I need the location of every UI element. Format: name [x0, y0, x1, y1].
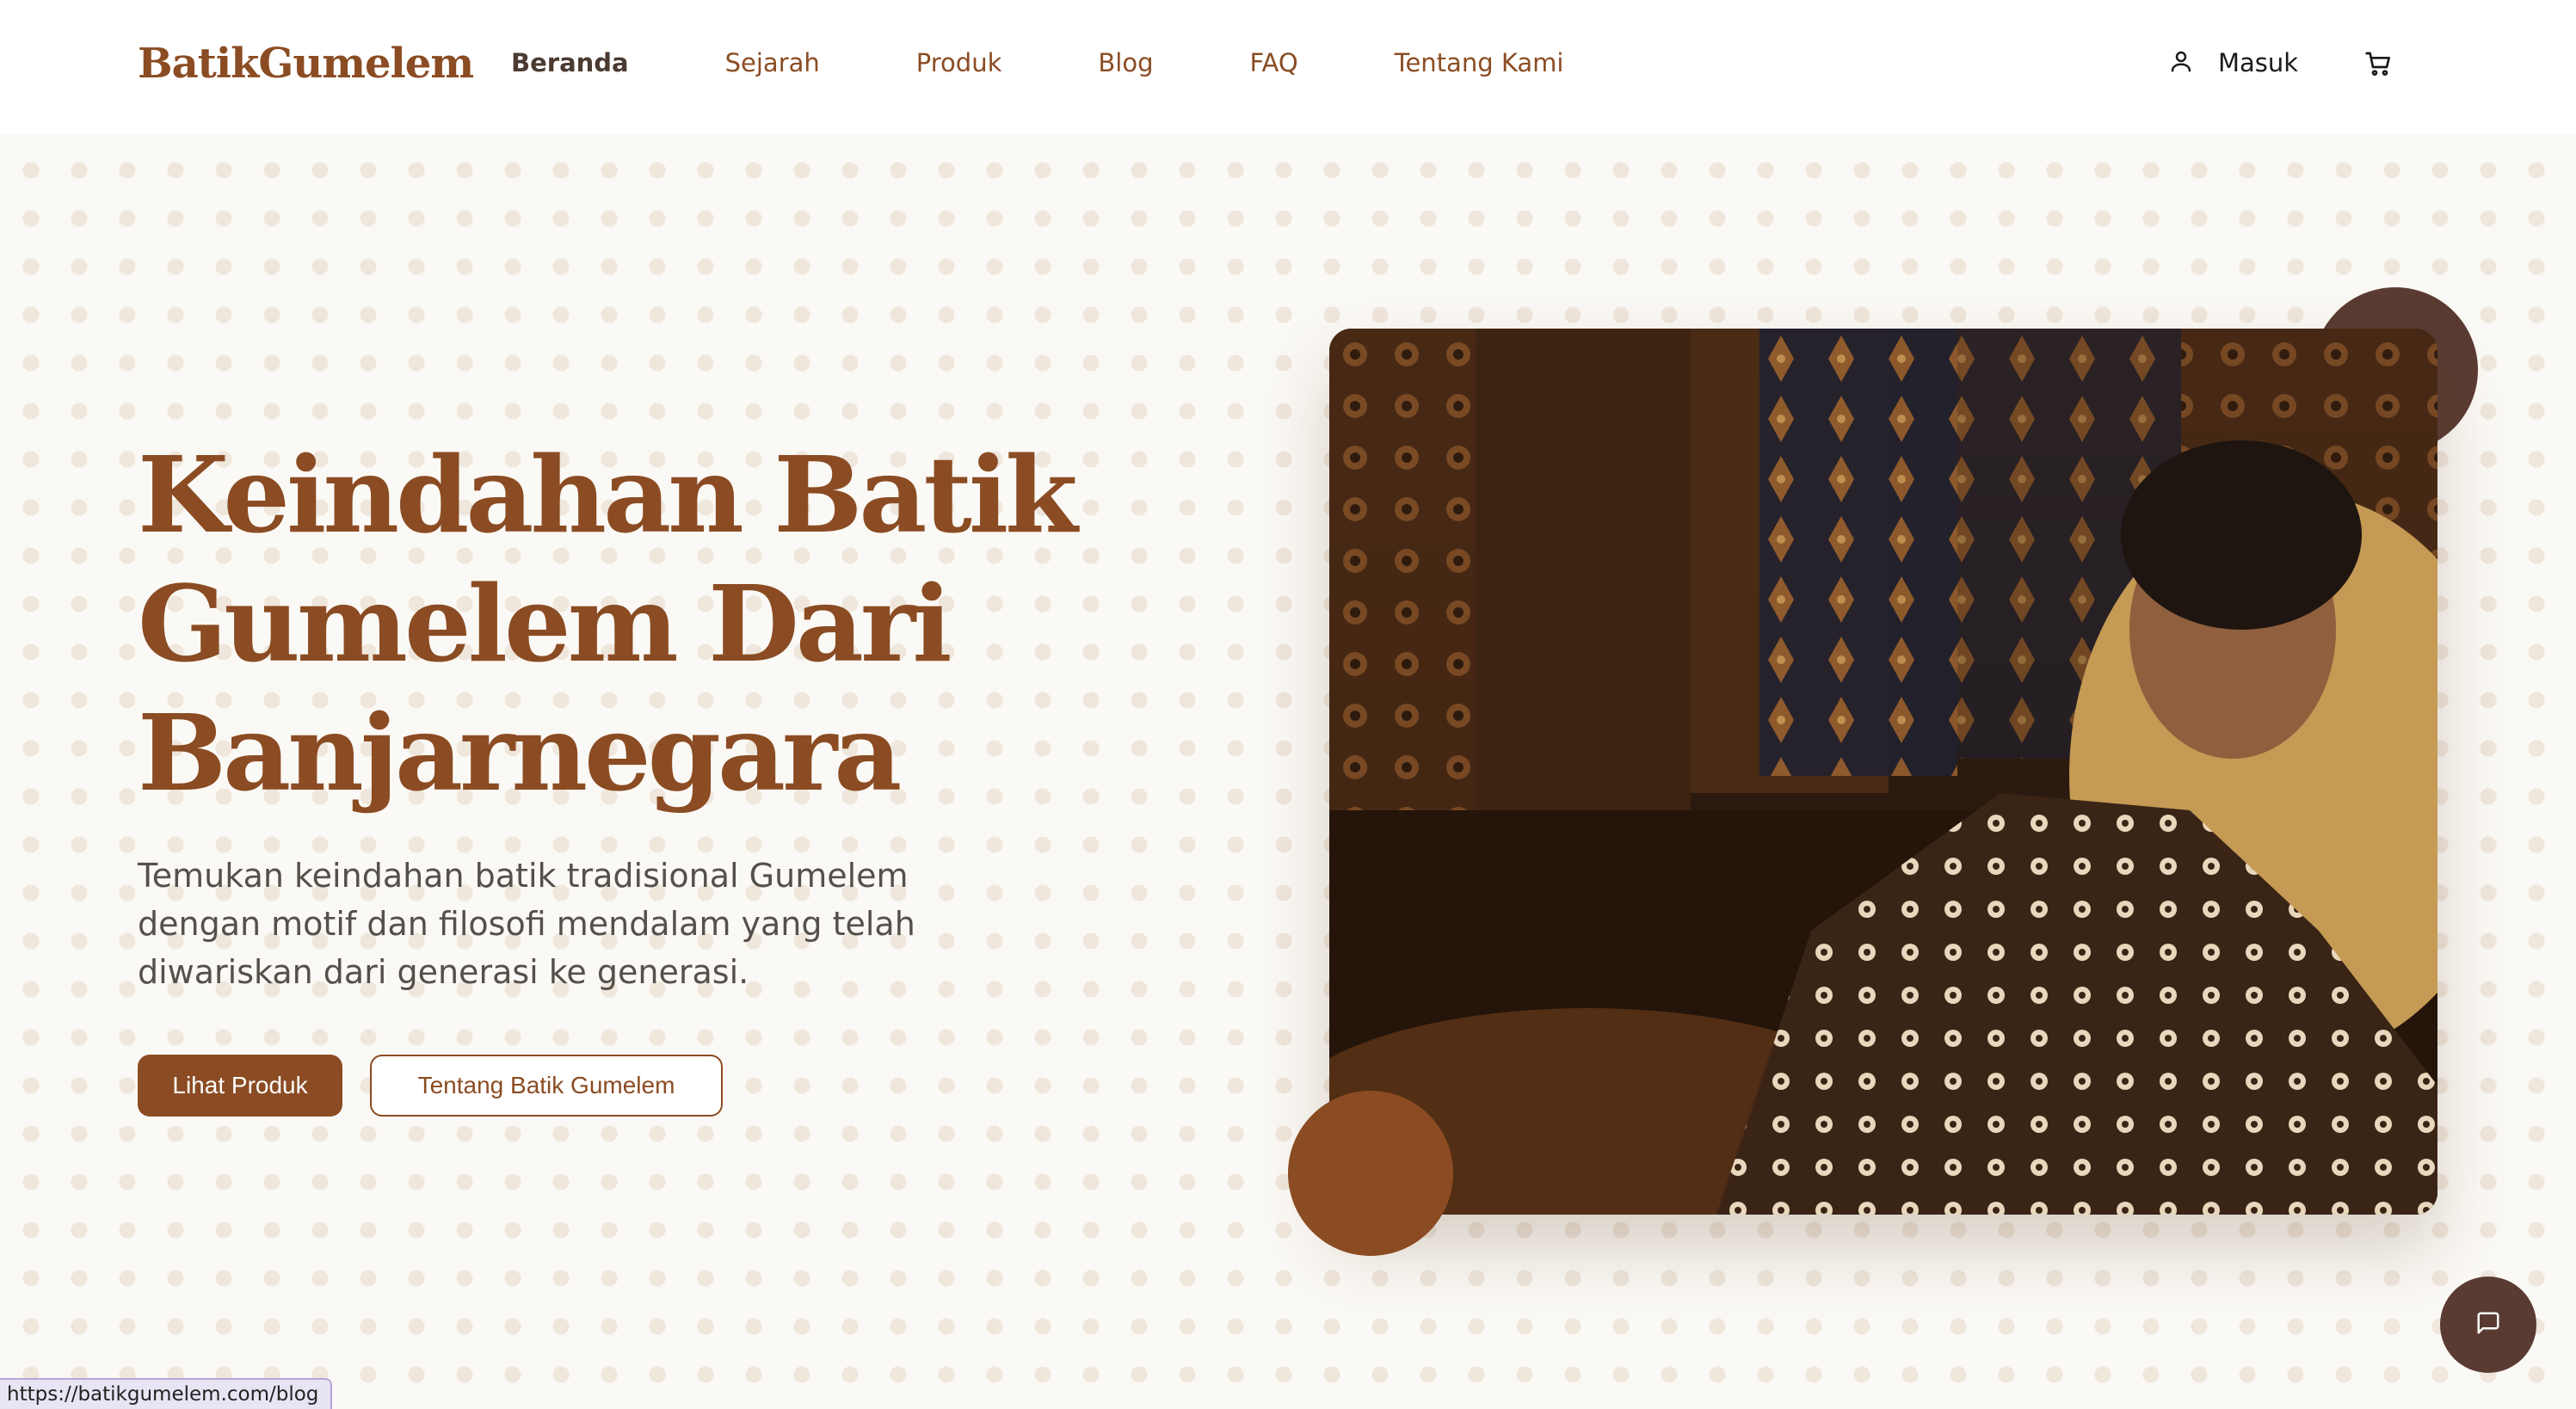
- main-nav: Beranda Sejarah Produk Blog FAQ Tentang …: [511, 48, 1660, 77]
- site-logo[interactable]: BatikGumelem: [138, 40, 474, 88]
- decorative-circle-bottom: [1288, 1091, 1453, 1256]
- cart-button[interactable]: [2364, 50, 2392, 81]
- login-button[interactable]: Masuk: [2168, 48, 2298, 77]
- view-products-button[interactable]: Lihat Produk: [138, 1055, 342, 1117]
- nav-item-tentang-kami[interactable]: Tentang Kami: [1395, 48, 1564, 77]
- site-header: BatikGumelem Beranda Sejarah Produk Blog…: [0, 0, 2576, 134]
- hero-image: [1329, 329, 2437, 1215]
- hero-subtitle: Temukan keindahan batik tradisional Gume…: [138, 857, 915, 991]
- nav-item-sejarah[interactable]: Sejarah: [725, 48, 820, 77]
- nav-item-faq[interactable]: FAQ: [1249, 48, 1297, 77]
- nav-item-beranda[interactable]: Beranda: [511, 48, 629, 77]
- about-batik-button[interactable]: Tentang Batik Gumelem: [370, 1055, 723, 1117]
- nav-item-blog[interactable]: Blog: [1098, 48, 1153, 77]
- nav-item-produk[interactable]: Produk: [916, 48, 1002, 77]
- user-icon: [2168, 48, 2194, 77]
- cart-icon: [2364, 52, 2392, 81]
- login-label: Masuk: [2218, 48, 2299, 77]
- status-bar-url: https://batikgumelem.com/blog: [0, 1378, 333, 1409]
- hero-title: Keindahan Batik Gumelem Dari Banjarnegar…: [138, 433, 1078, 815]
- chat-button[interactable]: [2440, 1277, 2536, 1373]
- chat-icon: [2475, 1310, 2501, 1339]
